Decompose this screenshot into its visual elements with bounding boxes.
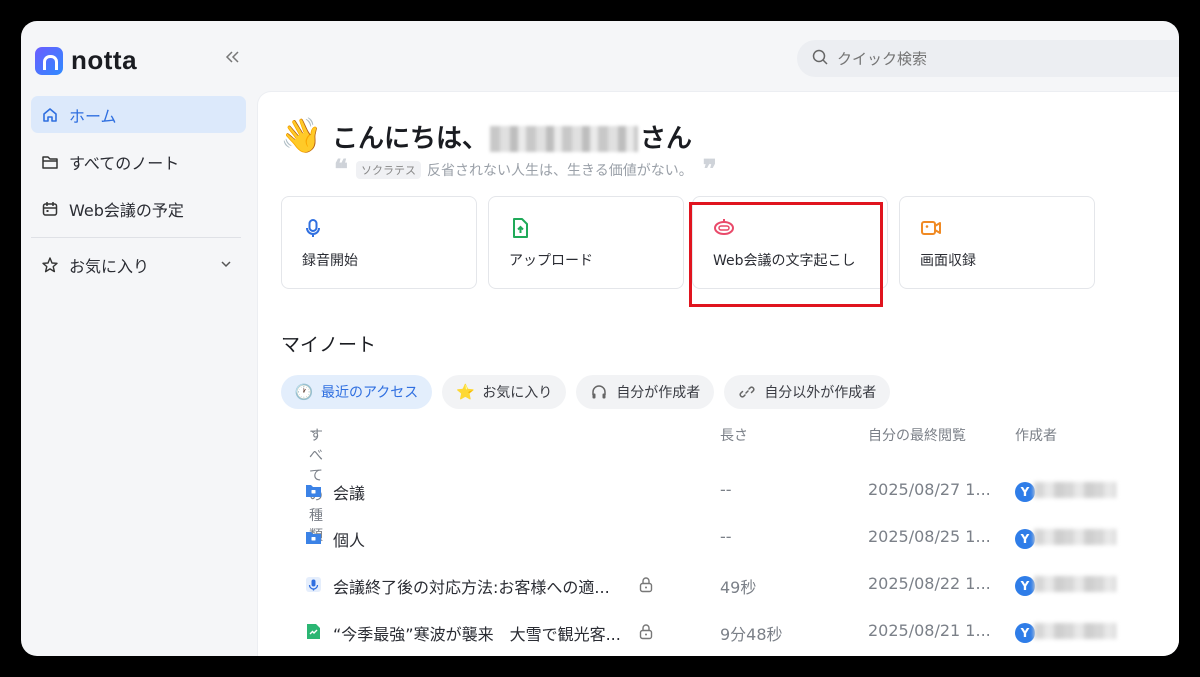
filter-label: 自分が作成者 bbox=[616, 385, 701, 401]
sidebar: notta ホーム すべてのノート Web会議の予定 お気に入り bbox=[21, 21, 257, 656]
logo[interactable]: notta bbox=[35, 45, 137, 76]
sidebar-item-label: すべてのノート bbox=[69, 153, 180, 173]
collapse-sidebar-icon[interactable] bbox=[221, 49, 243, 69]
home-icon bbox=[41, 106, 59, 124]
redacted-creator bbox=[1034, 623, 1116, 639]
redacted-creator bbox=[1034, 576, 1116, 592]
notes-section-title: マイノート bbox=[281, 334, 377, 356]
column-length: 長さ bbox=[720, 428, 748, 444]
greeting-text: こんにちは、 さん bbox=[332, 123, 693, 154]
avatar: Y bbox=[1015, 623, 1035, 643]
sidebar-item-favorites[interactable]: お気に入り bbox=[31, 246, 246, 283]
column-last-viewed: 自分の最終閲覧 bbox=[868, 428, 966, 444]
filter-label: お気に入り bbox=[482, 385, 553, 401]
clock-icon: 🕐 bbox=[294, 383, 314, 401]
audio-note-icon bbox=[305, 576, 322, 593]
note-filters: 🕐 最近のアクセス ⭐ お気に入り 自分が作成者 自分以外が作成者 bbox=[281, 375, 900, 409]
redacted-creator bbox=[1034, 529, 1116, 545]
notta-logo-icon bbox=[35, 46, 63, 75]
search-input[interactable] bbox=[837, 49, 1137, 68]
microphone-icon bbox=[302, 217, 324, 239]
star-icon: ⭐ bbox=[455, 383, 475, 401]
folder-icon bbox=[305, 529, 322, 546]
note-date: 2025/08/22 1... bbox=[868, 574, 991, 593]
main-content: 👋 こんにちは、 さん ❝ ソクラテス 反省されない人生は、生きる価値がない。 ❞… bbox=[257, 91, 1179, 656]
open-quote-icon: ❝ bbox=[334, 155, 348, 185]
note-length: 9分48秒 bbox=[720, 625, 783, 644]
card-label: 画面収録 bbox=[920, 253, 976, 269]
quote-author: ソクラテス bbox=[356, 161, 421, 179]
folder-icon bbox=[41, 153, 59, 171]
record-start-card[interactable]: 録音開始 bbox=[281, 196, 477, 289]
note-date: 2025/08/27 1... bbox=[868, 480, 991, 499]
sidebar-item-label: Web会議の予定 bbox=[69, 200, 184, 220]
filter-recent[interactable]: 🕐 最近のアクセス bbox=[281, 375, 433, 409]
sidebar-item-label: ホーム bbox=[69, 106, 117, 126]
note-name: “今季最強”寒波が襲来 大雪で観光客... bbox=[333, 625, 621, 644]
note-name: 個人 bbox=[333, 531, 366, 550]
quote: ❝ ソクラテス 反省されない人生は、生きる価値がない。 ❞ bbox=[334, 155, 717, 185]
folder-icon bbox=[305, 482, 322, 499]
note-length: -- bbox=[720, 480, 732, 499]
filter-created-by-others[interactable]: 自分以外が作成者 bbox=[724, 375, 891, 409]
search-icon bbox=[811, 48, 829, 70]
star-icon bbox=[41, 256, 59, 274]
highlight-box bbox=[689, 202, 883, 307]
screen-record-card[interactable]: 画面収録 bbox=[899, 196, 1095, 289]
note-name: 会議 bbox=[333, 484, 366, 503]
sidebar-divider bbox=[31, 237, 241, 238]
lock-icon bbox=[638, 576, 654, 593]
card-label: 録音開始 bbox=[302, 253, 358, 269]
note-date: 2025/08/21 1... bbox=[868, 621, 991, 640]
sidebar-item-label: お気に入り bbox=[69, 256, 150, 276]
note-length: 49秒 bbox=[720, 578, 757, 597]
avatar: Y bbox=[1015, 482, 1035, 502]
redacted-username bbox=[490, 126, 639, 152]
table-row[interactable]: 個人 -- 2025/08/25 1... Y bbox=[258, 519, 1158, 559]
avatar: Y bbox=[1015, 529, 1035, 549]
quote-text: 反省されない人生は、生きる価値がない。 bbox=[427, 163, 693, 179]
upload-card[interactable]: アップロード bbox=[488, 196, 684, 289]
link-icon bbox=[738, 383, 756, 401]
avatar: Y bbox=[1015, 576, 1035, 596]
redacted-creator bbox=[1034, 482, 1116, 498]
quick-search[interactable] bbox=[797, 40, 1179, 77]
app-window: notta ホーム すべてのノート Web会議の予定 お気に入り クイック検索 … bbox=[21, 21, 1179, 656]
headphones-icon bbox=[590, 383, 608, 401]
card-label: アップロード bbox=[509, 253, 593, 269]
table-row[interactable]: “今季最強”寒波が襲来 大雪で観光客... 9分48秒 2025/08/21 1… bbox=[258, 613, 1158, 653]
filter-label: 最近のアクセス bbox=[321, 385, 419, 401]
column-creator: 作成者 bbox=[1015, 428, 1057, 444]
chevron-down-icon: ⌄ bbox=[309, 425, 318, 436]
chevron-down-icon[interactable] bbox=[218, 256, 234, 272]
document-note-icon bbox=[305, 623, 322, 640]
sidebar-item-meeting-schedule[interactable]: Web会議の予定 bbox=[31, 190, 246, 227]
waving-hand-icon: 👋 bbox=[280, 116, 323, 156]
table-row[interactable]: 会議 -- 2025/08/27 1... Y bbox=[258, 472, 1158, 512]
table-row[interactable]: 会議終了後の対応方法:お客様への適... 49秒 2025/08/22 1...… bbox=[258, 566, 1158, 606]
note-date: 2025/08/25 1... bbox=[868, 527, 991, 546]
calendar-icon bbox=[41, 200, 59, 218]
note-name: 会議終了後の対応方法:お客様への適... bbox=[333, 578, 610, 597]
sidebar-item-home[interactable]: ホーム bbox=[31, 96, 246, 133]
lock-icon bbox=[638, 623, 654, 640]
filter-favorites[interactable]: ⭐ お気に入り bbox=[442, 375, 567, 409]
filter-created-by-me[interactable]: 自分が作成者 bbox=[576, 375, 715, 409]
note-length: -- bbox=[720, 527, 732, 546]
close-quote-icon: ❞ bbox=[702, 155, 717, 185]
video-camera-icon bbox=[920, 217, 942, 239]
filter-label: 自分以外が作成者 bbox=[764, 385, 877, 401]
sidebar-item-all-notes[interactable]: すべてのノート bbox=[31, 143, 246, 180]
upload-icon bbox=[509, 217, 531, 239]
logo-text: notta bbox=[71, 45, 138, 75]
greeting: 👋 こんにちは、 さん bbox=[280, 116, 692, 156]
